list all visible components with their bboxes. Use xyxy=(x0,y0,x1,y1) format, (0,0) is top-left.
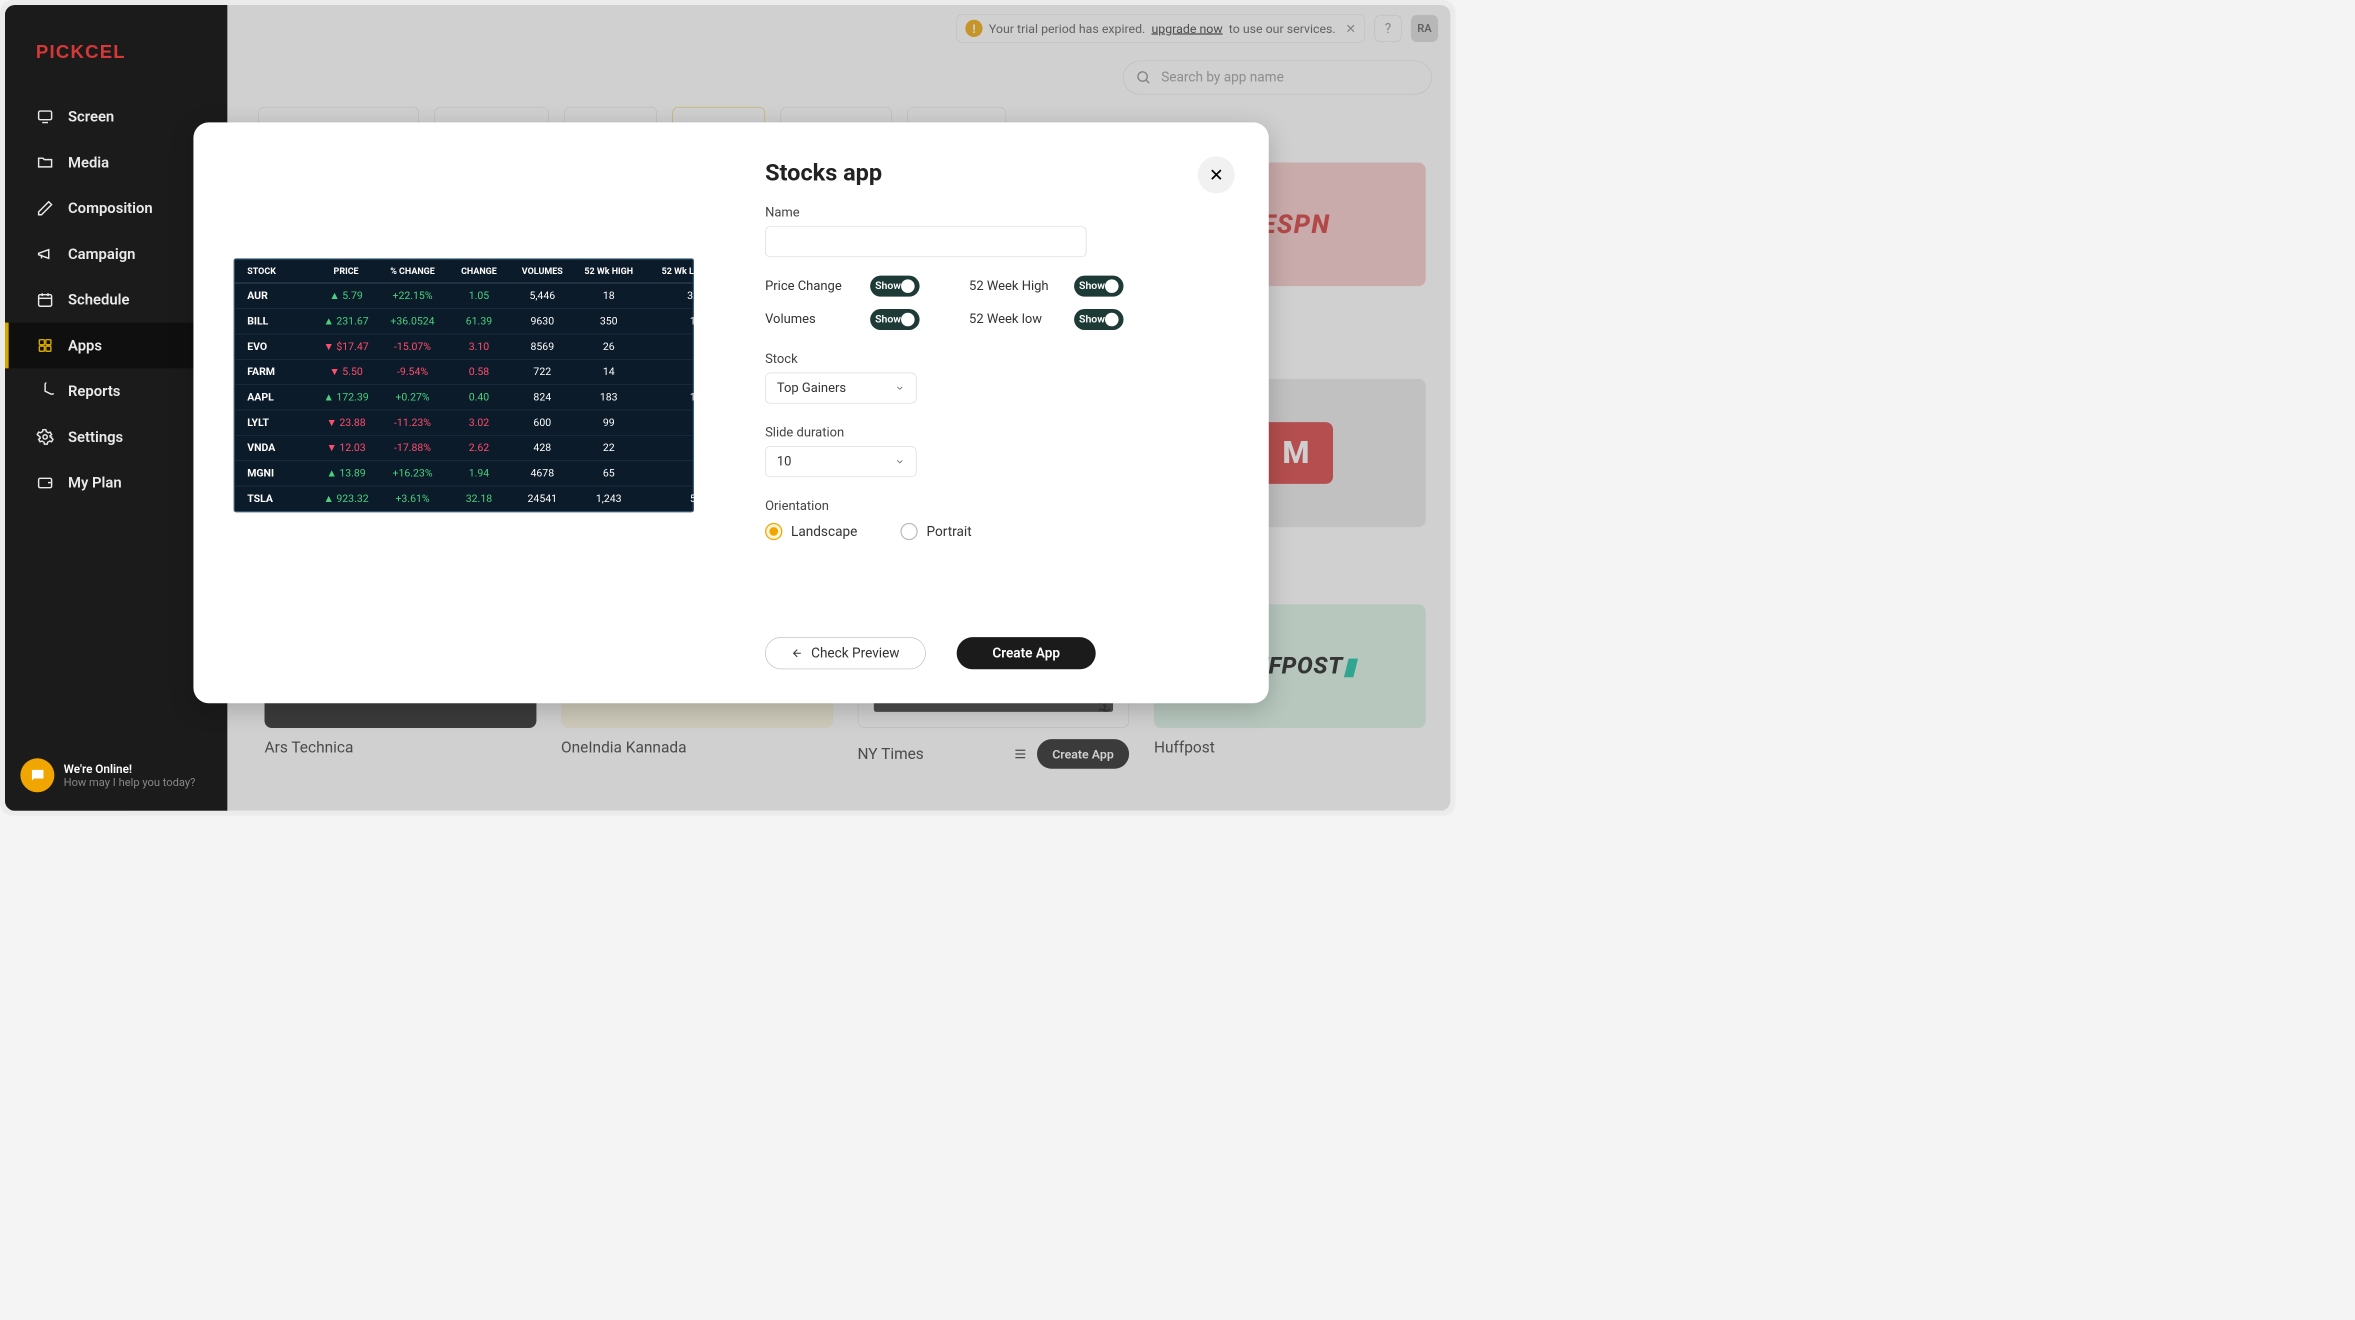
slide-duration-select[interactable]: 10 xyxy=(765,446,916,477)
modal-preview-pane: STOCKPRICE% CHANGECHANGEVOLUMES52 Wk HIG… xyxy=(193,122,734,703)
sidebar-item-label: My Plan xyxy=(68,474,122,491)
sidebar-item-label: Reports xyxy=(68,383,120,400)
table-header: STOCK xyxy=(247,266,315,277)
brand-logo: PICKCEL xyxy=(5,30,227,94)
week-high-toggle[interactable]: Show xyxy=(1074,276,1123,297)
stocks-preview-table: STOCKPRICE% CHANGECHANGEVOLUMES52 Wk HIG… xyxy=(234,258,694,512)
pie-icon xyxy=(36,382,55,401)
table-row: MGNI 13.89 +16.23% 1.94 4678 65 12 xyxy=(235,461,693,486)
chat-icon xyxy=(20,758,54,792)
week-low-toggle[interactable]: Show xyxy=(1074,309,1123,330)
create-app-button[interactable]: Create App xyxy=(957,637,1096,669)
sidebar-item-label: Settings xyxy=(68,428,123,445)
table-header: VOLUMES xyxy=(510,266,575,277)
table-header: 52 Wk LOW xyxy=(643,266,708,277)
table-row: AUR 5.79 +22.15% 1.05 5,446 18 3.94 xyxy=(235,284,693,309)
volumes-toggle[interactable]: Show xyxy=(870,309,919,330)
price-change-toggle[interactable]: Show xyxy=(870,276,919,297)
stock-select[interactable]: Top Gainers xyxy=(765,373,916,404)
stocks-app-modal: STOCKPRICE% CHANGECHANGEVOLUMES52 Wk HIG… xyxy=(193,122,1268,703)
gear-icon xyxy=(36,428,55,447)
close-button[interactable]: ✕ xyxy=(1198,156,1235,193)
modal-title: Stocks app xyxy=(765,159,1225,186)
sidebar-item-label: Campaign xyxy=(68,245,135,262)
week-low-label: 52 Week low xyxy=(969,312,1042,327)
modal-form-pane: ✕ Stocks app Name Price Change Show Volu… xyxy=(734,122,1269,703)
folder-icon xyxy=(36,153,55,172)
table-header: CHANGE xyxy=(448,266,510,277)
wallet-icon xyxy=(36,473,55,492)
arrow-left-icon xyxy=(791,647,803,659)
megaphone-icon xyxy=(36,245,55,264)
table-row: AAPL 172.39 +0.27% 0.40 824 183 116 xyxy=(235,385,693,410)
sidebar-item-label: Schedule xyxy=(68,291,130,308)
stock-label: Stock xyxy=(765,352,1225,367)
table-row: BILL 231.67 +36.0524 61.39 9630 350 128 xyxy=(235,309,693,334)
table-header: PRICE xyxy=(315,266,377,277)
chevron-down-icon xyxy=(895,383,905,393)
help-chat-widget[interactable]: We're Online! How may I help you today? xyxy=(20,758,195,792)
sidebar-item-label: Screen xyxy=(68,108,114,125)
orientation-label: Orientation xyxy=(765,499,1225,514)
orientation-portrait-radio[interactable]: Portrait xyxy=(901,523,972,540)
grid-icon xyxy=(36,336,55,355)
chat-subtitle: How may I help you today? xyxy=(64,776,196,789)
table-header: % CHANGE xyxy=(377,266,448,277)
table-header: 52 Wk HIGH xyxy=(575,266,643,277)
week-high-label: 52 Week High xyxy=(969,279,1049,294)
table-row: VNDA 12.03 -17.88% 2.62 428 22 13 xyxy=(235,436,693,461)
check-preview-button[interactable]: Check Preview xyxy=(765,637,926,669)
pencil-icon xyxy=(36,199,55,218)
monitor-icon xyxy=(36,108,55,127)
sidebar-item-label: Composition xyxy=(68,200,153,217)
name-label: Name xyxy=(765,205,1225,220)
slide-duration-label: Slide duration xyxy=(765,425,1225,440)
table-row: LYLT 23.88 -11.23% 3.02 600 99 27 xyxy=(235,410,693,435)
sidebar-item-label: Apps xyxy=(68,337,102,354)
table-row: TSLA 923.32 +3.61% 32.18 24541 1,243 540 xyxy=(235,486,693,511)
orientation-landscape-radio[interactable]: Landscape xyxy=(765,523,857,540)
sidebar-item-label: Media xyxy=(68,154,109,171)
calendar-icon xyxy=(36,290,55,309)
volumes-label: Volumes xyxy=(765,312,816,327)
price-change-label: Price Change xyxy=(765,279,842,294)
name-input[interactable] xyxy=(765,226,1086,257)
table-row: FARM 5.50 -9.54% 0.58 722 14 6 xyxy=(235,360,693,385)
table-row: EVO $17.47 -15.07% 3.10 8569 26 19 xyxy=(235,334,693,359)
chat-title: We're Online! xyxy=(64,762,196,776)
chevron-down-icon xyxy=(895,457,905,467)
